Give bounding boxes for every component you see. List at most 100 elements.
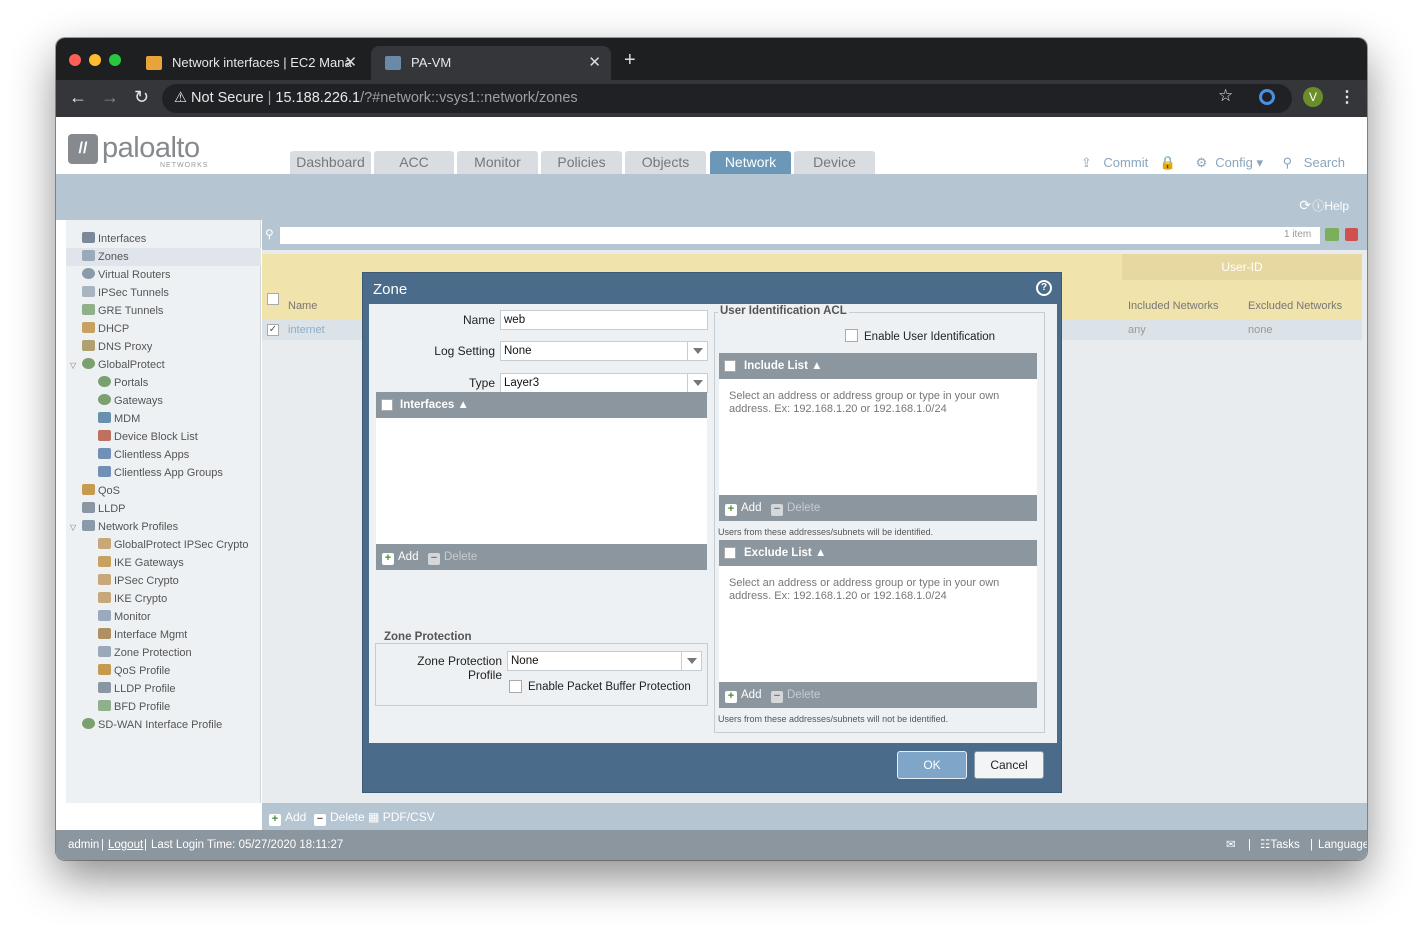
sidebar-item-interface-mgmt[interactable]: Interface Mgmt	[98, 626, 187, 644]
sidebar-item-sdwan-profile[interactable]: SD-WAN Interface Profile	[82, 716, 222, 734]
clear-filter-icon[interactable]	[1345, 228, 1358, 241]
exclude-select-all-checkbox[interactable]	[724, 547, 736, 559]
zone-name-link[interactable]: internet	[288, 324, 325, 336]
select-all-checkbox[interactable]	[267, 293, 279, 305]
tab-objects[interactable]: Objects	[625, 151, 706, 174]
maximize-window-button[interactable]	[109, 54, 121, 66]
include-list-body[interactable]: Select an address or address group or ty…	[719, 379, 1037, 495]
sidebar-item-globalprotect[interactable]: GlobalProtect	[82, 356, 165, 374]
cancel-button[interactable]: Cancel	[974, 751, 1044, 779]
add-zone-button[interactable]: + Add	[269, 810, 306, 826]
exclude-add-button[interactable]: + Add	[725, 682, 761, 708]
sidebar-item-gateways[interactable]: Gateways	[98, 392, 163, 410]
include-delete-button[interactable]: − Delete	[771, 495, 820, 521]
tab-monitor[interactable]: Monitor	[457, 151, 538, 174]
sidebar-item-gp-ipsec-crypto[interactable]: GlobalProtect IPSec Crypto	[98, 536, 248, 554]
back-arrow-icon[interactable]: ←	[69, 87, 87, 108]
sidebar-item-dns-proxy[interactable]: DNS Proxy	[82, 338, 152, 356]
interfaces-delete-button[interactable]: − Delete	[428, 544, 477, 570]
interfaces-add-button[interactable]: + Add	[382, 544, 418, 570]
type-select[interactable]: Layer3	[500, 373, 708, 393]
profile-avatar[interactable]: V	[1303, 87, 1323, 107]
row-checkbox[interactable]: ✓	[267, 324, 279, 336]
column-included-networks[interactable]: Included Networks	[1128, 300, 1219, 312]
close-window-button[interactable]	[69, 54, 81, 66]
tab-device[interactable]: Device	[794, 151, 875, 174]
sidebar-item-clientless-apps[interactable]: Clientless Apps	[98, 446, 189, 464]
tab-dashboard[interactable]: Dashboard	[290, 151, 371, 174]
collapse-triangle-icon[interactable]: ▽	[70, 361, 76, 370]
tab-acc[interactable]: ACC	[374, 151, 454, 174]
new-tab-button[interactable]: +	[624, 49, 636, 72]
packet-buffer-checkbox[interactable]	[509, 680, 522, 693]
include-add-button[interactable]: + Add	[725, 495, 761, 521]
mail-icon[interactable]: ✉	[1226, 830, 1236, 860]
sidebar-item-ike-crypto[interactable]: IKE Crypto	[98, 590, 167, 608]
sidebar-item-portals[interactable]: Portals	[98, 374, 148, 392]
minimize-window-button[interactable]	[89, 54, 101, 66]
browser-menu-icon[interactable]: ⋮	[1339, 87, 1355, 107]
browser-tab-ec2[interactable]: Network interfaces | EC2 Mana ✕	[132, 46, 367, 80]
sidebar-item-dhcp[interactable]: DHCP	[82, 320, 129, 338]
close-tab-icon[interactable]: ✕	[588, 46, 601, 80]
sidebar-item-qos-profile[interactable]: QoS Profile	[98, 662, 170, 680]
collapse-triangle-icon[interactable]: ▽	[70, 523, 76, 532]
pdf-csv-button[interactable]: ▦ PDF/CSV	[368, 810, 435, 824]
zone-protection-legend: Zone Protection	[382, 631, 474, 643]
sidebar-item-ike-gateways[interactable]: IKE Gateways	[98, 554, 184, 572]
exclude-delete-button[interactable]: − Delete	[771, 682, 820, 708]
include-list-column[interactable]: Include List ▲	[744, 353, 822, 379]
sidebar-item-mdm[interactable]: MDM	[98, 410, 140, 428]
sidebar-item-bfd-profile[interactable]: BFD Profile	[98, 698, 170, 716]
name-input[interactable]: web	[500, 310, 708, 330]
dialog-help-icon[interactable]: ?	[1036, 280, 1052, 296]
browser-tab-pa-vm[interactable]: PA-VM ✕	[371, 46, 611, 80]
sidebar-item-device-block-list[interactable]: Device Block List	[98, 428, 198, 446]
url-field[interactable]: ⚠ Not Secure | 15.188.226.1/?#network::v…	[162, 84, 1292, 113]
tab-network[interactable]: Network	[710, 151, 791, 174]
close-tab-icon[interactable]: ✕	[344, 46, 357, 80]
tasks-button[interactable]: ☷Tasks	[1260, 830, 1300, 860]
forward-arrow-icon[interactable]: →	[101, 87, 119, 108]
block-list-icon	[98, 430, 111, 441]
interfaces-select-all-checkbox[interactable]	[381, 399, 393, 411]
column-excluded-networks[interactable]: Excluded Networks	[1248, 300, 1342, 312]
apply-filter-icon[interactable]	[1325, 228, 1339, 241]
sidebar-item-interfaces[interactable]: Interfaces	[82, 230, 146, 248]
interfaces-column[interactable]: Interfaces ▲	[400, 392, 469, 418]
include-select-all-checkbox[interactable]	[724, 360, 736, 372]
search-button[interactable]: ⚲ Search	[1275, 155, 1345, 170]
sidebar-item-monitor[interactable]: Monitor	[98, 608, 151, 626]
log-setting-select[interactable]: None	[500, 341, 708, 361]
logout-link[interactable]: Logout	[108, 830, 143, 860]
sidebar-item-virtual-routers[interactable]: Virtual Routers	[82, 266, 171, 284]
lock-icon[interactable]: 🔒	[1160, 155, 1176, 170]
sidebar-item-zones[interactable]: Zones	[66, 248, 261, 266]
sidebar-item-gre-tunnels[interactable]: GRE Tunnels	[82, 302, 163, 320]
sidebar-item-lldp-profile[interactable]: LLDP Profile	[98, 680, 176, 698]
ok-button[interactable]: OK	[897, 751, 967, 779]
exclude-list-body[interactable]: Select an address or address group or ty…	[719, 566, 1037, 682]
enable-uid-checkbox[interactable]	[845, 329, 858, 342]
extension-icon[interactable]	[1259, 89, 1275, 105]
commit-button[interactable]: ⇪ Commit	[1073, 155, 1148, 170]
filter-input[interactable]	[280, 227, 1320, 244]
column-name[interactable]: Name	[288, 300, 317, 312]
zpp-select[interactable]: None	[507, 651, 702, 671]
help-button[interactable]: ⓘHelp	[1312, 197, 1349, 214]
sidebar-item-lldp[interactable]: LLDP	[82, 500, 126, 518]
sidebar-item-qos[interactable]: QoS	[82, 482, 120, 500]
sidebar-item-ipsec-crypto[interactable]: IPSec Crypto	[98, 572, 179, 590]
config-button[interactable]: ⚙ Config ▾	[1188, 155, 1263, 170]
bookmark-star-icon[interactable]: ☆	[1218, 86, 1233, 106]
sidebar-item-zone-protection[interactable]: Zone Protection	[98, 644, 192, 662]
reload-icon[interactable]: ↻	[134, 87, 149, 108]
refresh-icon[interactable]: ⟳	[1299, 197, 1311, 214]
language-button[interactable]: Language	[1318, 830, 1367, 860]
exclude-list-column[interactable]: Exclude List ▲	[744, 540, 826, 566]
sidebar-item-network-profiles[interactable]: Network Profiles	[82, 518, 178, 536]
tab-policies[interactable]: Policies	[541, 151, 622, 174]
delete-zone-button[interactable]: − Delete	[314, 810, 365, 826]
sidebar-item-clientless-app-groups[interactable]: Clientless App Groups	[98, 464, 223, 482]
sidebar-item-ipsec-tunnels[interactable]: IPSec Tunnels	[82, 284, 169, 302]
